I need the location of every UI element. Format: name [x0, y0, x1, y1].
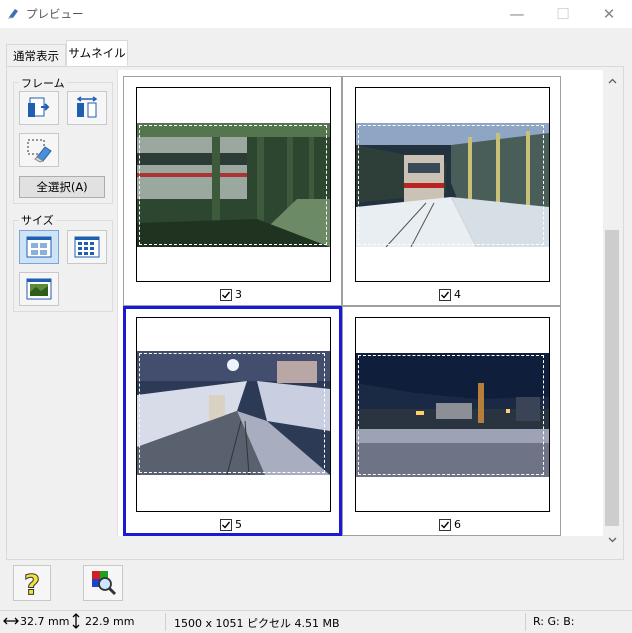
auto-locate-frame-icon [28, 97, 50, 117]
thumbnail-cell-4[interactable]: 4 [342, 76, 561, 306]
thumbnail-number: 4 [454, 288, 461, 301]
size-group-label: サイズ [19, 212, 56, 228]
status-image-info: 1500 x 1051 ピクセル 4.51 MB [174, 617, 340, 630]
minimize-button[interactable]: — [494, 0, 540, 28]
thumbnail-checkbox-3[interactable]: 3 [220, 288, 242, 301]
crop-marquee [139, 125, 327, 245]
small-grid-icon [74, 236, 100, 258]
auto-locate-frame-button[interactable] [19, 91, 59, 125]
checkbox-icon [439, 518, 451, 531]
adjust-frame-icon [76, 96, 98, 118]
eraser-icon [27, 139, 52, 163]
checkbox-icon [220, 288, 232, 301]
help-question-icon: ? [23, 568, 40, 598]
status-height: 22.9 mm [85, 615, 135, 628]
status-separator [525, 613, 526, 631]
help-button[interactable]: ? [13, 565, 51, 601]
large-grid-icon [26, 236, 52, 258]
thumbnail-frame [355, 87, 550, 282]
close-button[interactable]: ✕ [586, 0, 632, 28]
checkbox-icon [220, 518, 232, 531]
thumbnail-frame [355, 317, 550, 512]
crop-marquee [358, 125, 544, 245]
svg-text:?: ? [24, 568, 40, 598]
chevron-down-icon [608, 537, 616, 543]
thumbnail-area: 3 4 5 6 [117, 70, 603, 536]
tab-thumbnail-label: サムネイル [68, 46, 126, 60]
status-separator [165, 613, 166, 631]
status-bar: 32.7 mm 22.9 mm 1500 x 1051 ピクセル 4.51 MB… [0, 610, 632, 633]
tab-normal-view[interactable]: 通常表示 [6, 44, 66, 66]
minimize-icon: — [509, 5, 525, 23]
scroll-thumb[interactable] [605, 230, 619, 526]
frame-group-label: フレーム [19, 75, 67, 91]
thumbnail-number: 3 [235, 288, 242, 301]
erase-frame-button[interactable] [19, 133, 59, 167]
thumbnail-checkbox-6[interactable]: 6 [439, 518, 461, 531]
scroll-up-button[interactable] [605, 74, 619, 88]
chevron-up-icon [608, 78, 616, 84]
color-palette-button[interactable] [83, 565, 123, 601]
thumbnail-cell-6[interactable]: 6 [342, 306, 561, 536]
width-arrow-icon [3, 617, 19, 625]
crop-marquee [139, 353, 325, 473]
thumbnail-frame [136, 317, 331, 512]
tab-thumbnail[interactable]: サムネイル [66, 40, 128, 66]
thumbnail-checkbox-4[interactable]: 4 [439, 288, 461, 301]
select-all-label: 全選択(A) [36, 180, 88, 194]
close-icon: ✕ [602, 5, 616, 23]
status-rgb: R: G: B: [533, 615, 575, 628]
thumbnail-frame [136, 87, 331, 282]
size-single-button[interactable] [19, 272, 59, 306]
adjust-frame-button[interactable] [67, 91, 107, 125]
size-small-button[interactable] [67, 230, 107, 264]
tab-normal-view-label: 通常表示 [13, 48, 59, 63]
maximize-button[interactable]: ☐ [540, 0, 586, 28]
scroll-down-button[interactable] [605, 533, 619, 547]
window-title: プレビュー [26, 7, 84, 21]
title-bar: プレビュー — ☐ ✕ [0, 0, 632, 28]
size-large-button[interactable] [19, 230, 59, 264]
thumbnail-cell-3[interactable]: 3 [123, 76, 342, 306]
height-arrow-icon [72, 613, 80, 629]
thumbnail-cell-5[interactable]: 5 [123, 306, 342, 536]
thumbnail-number: 5 [235, 518, 242, 531]
status-width: 32.7 mm [20, 615, 70, 628]
single-image-icon [26, 278, 52, 300]
crop-marquee [358, 355, 544, 475]
app-icon [8, 9, 18, 19]
checkbox-icon [439, 288, 451, 301]
maximize-icon: ☐ [556, 5, 570, 23]
thumbnail-checkbox-5[interactable]: 5 [220, 518, 242, 531]
thumbnail-number: 6 [454, 518, 461, 531]
color-magnifier-icon [92, 571, 117, 596]
select-all-button[interactable]: 全選択(A) [19, 176, 105, 198]
